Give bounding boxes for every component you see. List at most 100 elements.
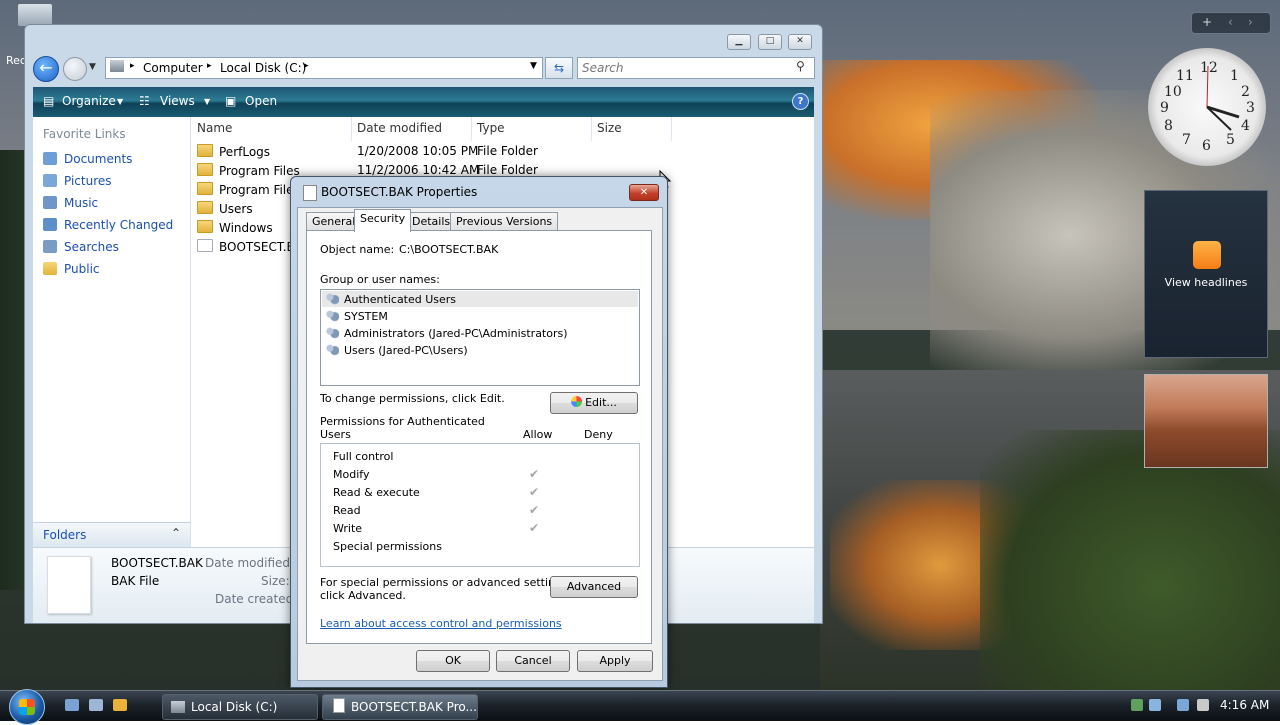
searches-icon [43,240,57,253]
nav-link-public[interactable]: Public [43,262,100,276]
column-header-size[interactable]: Size [597,121,622,135]
recent-pages-dropdown[interactable]: ▼ [89,62,96,72]
connection-icon[interactable] [1177,699,1189,711]
properties-dialog: BOOTSECT.BAK Properties ✕ General Securi… [290,176,668,688]
check-icon: ✔ [529,485,540,499]
folders-toggle[interactable]: Folders ⌃ [33,522,190,547]
nav-link-music[interactable]: Music [43,196,98,210]
edit-button[interactable]: Edit... [550,392,638,414]
apply-button[interactable]: Apply [577,650,653,672]
favorite-links-header: Favorite Links [43,127,126,141]
views-button[interactable]: Views [160,94,195,108]
list-item[interactable]: Authenticated Users [325,293,456,306]
folder-icon [197,163,213,176]
volume-muted-icon[interactable] [1197,699,1209,711]
breadcrumb-separator-icon[interactable]: ▸ [207,61,212,71]
search-input[interactable]: Search ⚲ [577,57,815,79]
maximize-button[interactable]: □ [758,34,782,50]
clock-gadget[interactable]: 12 1 2 3 4 5 6 7 8 9 10 11 [1148,48,1266,166]
refresh-button[interactable]: ⇆ [545,57,573,79]
permission-row: Modify [333,468,370,481]
windows-logo-icon [19,699,35,715]
permission-row: Special permissions [333,540,442,553]
list-item[interactable]: Users (Jared-PC\Users) [325,344,468,357]
views-dropdown-icon[interactable]: ▼ [204,97,210,106]
tab-security[interactable]: Security [354,209,412,232]
list-item[interactable]: SYSTEM [325,310,388,323]
views-icon: ☷ [139,94,150,108]
tab-previous-versions[interactable]: Previous Versions [450,212,559,231]
feed-headlines-gadget[interactable] [1144,190,1268,358]
search-icon[interactable]: ⚲ [796,59,805,73]
users-icon [325,310,339,322]
add-gadget-icon[interactable]: + [1202,15,1212,29]
list-item[interactable]: Administrators (Jared-PC\Administrators) [325,327,568,340]
folder-icon [197,201,213,214]
taskbar-button-properties[interactable]: BOOTSECT.BAK Pro... [322,694,478,720]
forward-button[interactable] [63,57,87,81]
column-header-name[interactable]: Name [197,121,232,135]
media-player-icon[interactable] [113,699,127,711]
open-icon: ▣ [225,94,237,108]
back-button[interactable]: ← [33,56,59,82]
file-icon [303,185,317,201]
chevron-up-icon[interactable]: ⌃ [171,526,181,540]
dialog-close-button[interactable]: ✕ [629,184,659,201]
file-row[interactable]: Program Files [197,182,300,197]
deny-column-header: Deny [584,428,613,441]
cancel-button[interactable]: Cancel [496,650,570,672]
check-icon: ✔ [529,467,540,481]
documents-icon [43,152,57,165]
breadcrumb-separator-icon[interactable]: ▸ [304,61,309,71]
file-row[interactable]: PerfLogs 1/20/2008 10:05 PM File Folder [197,144,667,159]
details-file-name: BOOTSECT.BAK [111,556,203,570]
slideshow-gadget[interactable] [1144,374,1268,468]
nav-link-documents[interactable]: Documents [43,152,132,166]
computer-icon [110,60,124,72]
navigation-pane: Favorite Links Documents Pictures Music … [33,117,191,547]
search-placeholder: Search [582,61,624,75]
dialog-title: BOOTSECT.BAK Properties [321,185,478,199]
minimize-button[interactable]: ▁ [727,34,751,50]
close-button[interactable]: ✕ [788,34,812,50]
file-row[interactable]: Windows [197,220,273,235]
next-icon[interactable]: › [1248,15,1253,29]
ok-button[interactable]: OK [416,650,490,672]
details-date-created-label: Date created: [215,592,298,606]
taskbar: Local Disk (C:) BOOTSECT.BAK Pro... 4:16… [0,689,1280,725]
previous-icon[interactable]: ‹ [1228,15,1233,29]
allow-column-header: Allow [523,428,553,441]
recycle-bin-icon[interactable] [18,4,52,26]
breadcrumb-separator-icon[interactable]: ▸ [130,61,135,71]
nav-link-pictures[interactable]: Pictures [43,174,112,188]
view-headlines-label[interactable]: View headlines [1144,276,1268,289]
organize-dropdown-icon[interactable]: ▼ [117,97,123,106]
address-bar[interactable]: ▸ Computer ▸ Local Disk (C:) ▸ ▼ [105,57,543,79]
tray-app-icon[interactable] [1149,699,1161,711]
address-dropdown-icon[interactable]: ▼ [530,61,537,71]
help-icon[interactable]: ? [792,93,809,110]
permission-row: Read & execute [333,486,420,499]
taskbar-button-local-disk[interactable]: Local Disk (C:) [162,694,318,720]
tab-details[interactable]: Details [406,212,457,231]
taskbar-clock[interactable]: 4:16 AM [1220,698,1269,712]
breadcrumb-computer[interactable]: Computer [143,61,203,75]
breadcrumb-local-disk[interactable]: Local Disk (C:) [220,61,306,75]
show-desktop-icon[interactable] [65,699,79,711]
open-button[interactable]: Open [245,94,277,108]
file-icon [197,239,213,252]
organize-button[interactable]: Organize [62,94,116,108]
column-header-date-modified[interactable]: Date modified [357,121,442,135]
advanced-button[interactable]: Advanced [550,576,638,598]
nav-link-recently-changed[interactable]: Recently Changed [43,218,173,232]
file-row[interactable]: Users [197,201,253,216]
file-icon [333,698,345,713]
drive-icon [171,701,185,713]
file-icon [47,556,91,614]
switch-windows-icon[interactable] [89,699,103,711]
object-name-label: Object name: [320,243,395,256]
nav-link-searches[interactable]: Searches [43,240,119,254]
column-header-type[interactable]: Type [477,121,505,135]
learn-access-control-link[interactable]: Learn about access control and permissio… [320,617,562,630]
network-icon[interactable] [1131,699,1143,711]
